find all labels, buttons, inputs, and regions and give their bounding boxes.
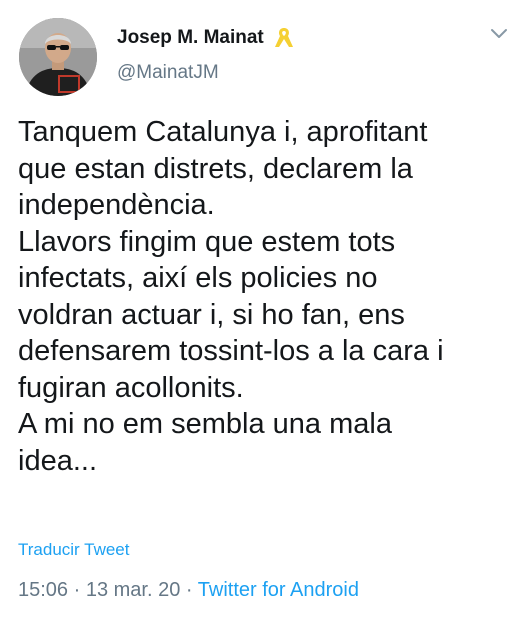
author-display-name[interactable]: Josep M. Mainat <box>117 27 264 49</box>
tweet-card: Josep M. Mainat @MainatJM Tanquem Catalu… <box>0 0 526 620</box>
tweet-date[interactable]: 13 mar. 20 <box>86 579 181 601</box>
tweet-text-line: Tanquem Catalunya i, aprofitant <box>18 116 428 148</box>
tweet-source-link[interactable]: Twitter for Android <box>198 579 359 601</box>
translate-tweet-link[interactable]: Traducir Tweet <box>18 540 130 560</box>
tweet-meta: 15:06 · 13 mar. 20 · Twitter for Android <box>18 579 359 602</box>
tweet-time: 15:06 <box>18 579 69 601</box>
tweet-text-line: independència. <box>18 189 215 221</box>
author-name-row: Josep M. Mainat <box>117 25 296 51</box>
tweet-text-line: Llavors fingim que estem tots <box>18 225 396 258</box>
avatar-photo <box>19 18 97 96</box>
yellow-ribbon-icon <box>272 25 296 51</box>
avatar[interactable] <box>19 18 97 96</box>
tweet-text-line: voldran actuar i, si ho fan, ens <box>18 298 405 331</box>
meta-separator: · <box>180 579 198 601</box>
tweet-text-line: que estan distrets, declarem la <box>18 152 413 185</box>
tweet-text-line: infectats, així els policies no <box>18 262 378 294</box>
tweet-text-line: idea... <box>18 444 97 477</box>
tweet-text-line: defensarem tossint-los a la cara i <box>18 335 444 367</box>
chevron-down-icon[interactable] <box>490 28 508 40</box>
meta-separator: · <box>68 579 86 601</box>
tweet-text-line: A mi no em sembla una mala <box>18 408 392 440</box>
author-handle[interactable]: @MainatJM <box>117 62 219 84</box>
tweet-text-line: fugiran acollonits. <box>18 371 244 404</box>
tweet-text: Tanquem Catalunya i, aprofitant que esta… <box>18 114 508 479</box>
